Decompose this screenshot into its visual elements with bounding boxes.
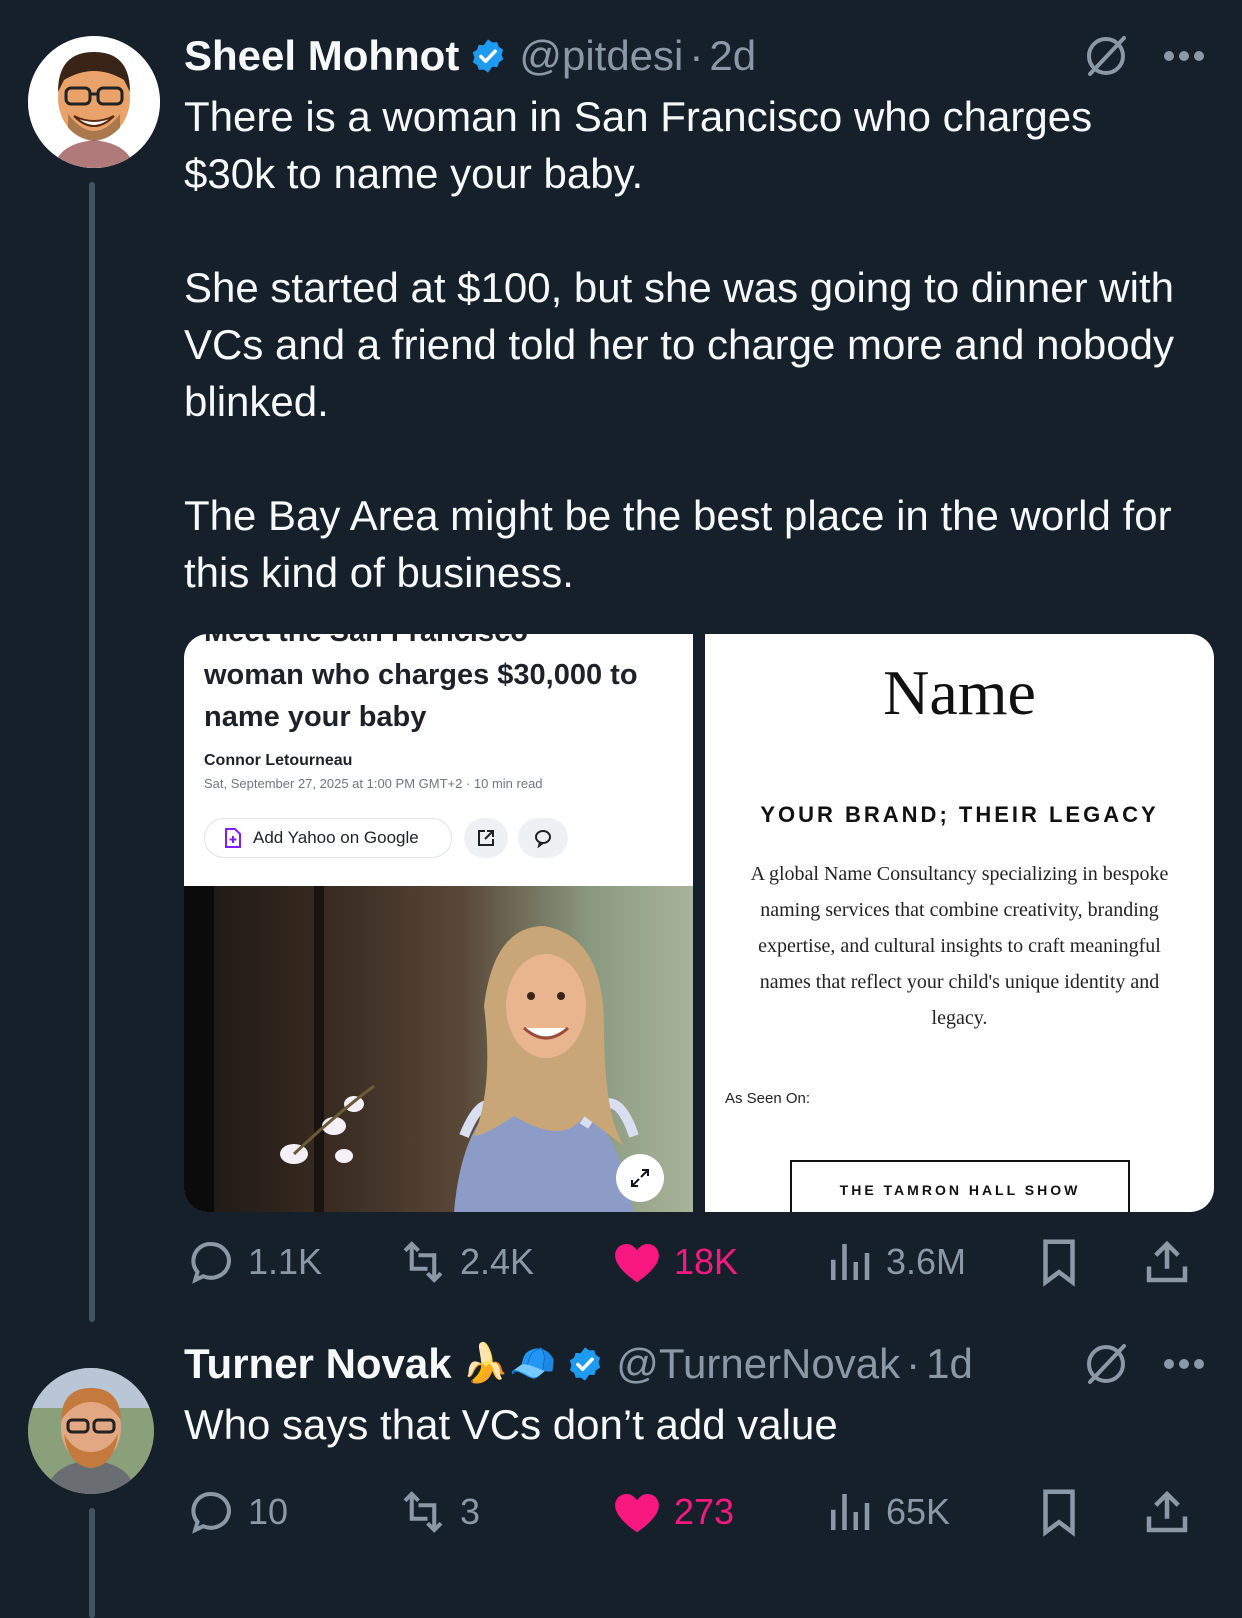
emoji-banana-cap: 🍌🧢 [461, 1343, 557, 1385]
article-headline: woman who charges $30,000 to name your b… [204, 659, 638, 733]
reply-count: 1.1K [248, 1241, 323, 1282]
timestamp[interactable]: 2d [709, 32, 756, 80]
reply-button[interactable]: 10 [184, 1482, 288, 1542]
website-description: A global Name Consultancy specializing i… [750, 863, 1169, 1029]
share-button[interactable] [1140, 1482, 1204, 1542]
tweet-text: Who says that VCs don’t add value [184, 1401, 838, 1448]
website-logo: Name [883, 657, 1036, 728]
like-icon [615, 1244, 659, 1283]
tweet-header: Sheel Mohnot @pitdesi · 2d [184, 28, 1242, 84]
repost-button[interactable]: 2.4K [396, 1232, 534, 1292]
author-handle[interactable]: @TurnerNovak [616, 1340, 900, 1388]
article-byline: Sat, September 27, 2025 at 1:00 PM GMT+2… [204, 776, 543, 791]
like-button[interactable]: 273 [610, 1482, 734, 1542]
reply-icon [191, 1491, 231, 1534]
reply-button[interactable]: 1.1K [184, 1232, 322, 1292]
repost-count: 2.4K [460, 1241, 535, 1282]
author-handle[interactable]: @pitdesi [519, 32, 683, 80]
bookmark-button[interactable] [1032, 1482, 1096, 1542]
google-doc-icon [225, 828, 241, 848]
share-icon [1146, 1240, 1188, 1283]
tweet-sheel[interactable]: Sheel Mohnot @pitdesi · 2d There is a wo… [0, 0, 1242, 1322]
grok-icon[interactable] [1082, 32, 1130, 80]
separator-dot: · [689, 32, 704, 79]
views-button[interactable]: 3.6M [822, 1232, 966, 1292]
like-count: 273 [674, 1491, 735, 1532]
like-count: 18K [674, 1241, 739, 1282]
repost-icon [403, 1491, 443, 1533]
woman-photo-art [280, 926, 639, 1212]
bookmark-button[interactable] [1032, 1232, 1096, 1292]
article-photo [184, 886, 693, 1212]
verified-badge-icon [473, 39, 504, 73]
tweet-turner[interactable]: Turner Novak 🍌🧢 @TurnerNovak · 1d Who sa… [0, 1310, 1242, 1618]
avatar-sheel[interactable] [28, 36, 160, 168]
like-button[interactable]: 18K [610, 1232, 738, 1292]
comment-button[interactable] [518, 818, 568, 858]
tweet-text: There is a woman in San Francisco who ch… [184, 93, 1174, 596]
views-count: 65K [886, 1491, 951, 1532]
share-button[interactable] [1140, 1232, 1204, 1292]
expand-button[interactable] [616, 1154, 664, 1202]
website-tagline: YOUR BRAND; THEIR LEGACY [760, 802, 1159, 827]
tweet-header: Turner Novak 🍌🧢 @TurnerNovak · 1d [184, 1336, 1242, 1392]
repost-button[interactable]: 3 [396, 1482, 480, 1542]
article-author: Connor Letourneau [204, 752, 353, 769]
separator-dot: · [906, 1340, 921, 1387]
repost-count: 3 [460, 1491, 481, 1532]
timestamp[interactable]: 1d [926, 1340, 973, 1388]
comment-icon [535, 830, 551, 848]
tweet-media[interactable]: Meet the San Francisco woman who charges… [184, 634, 1214, 1212]
views-count: 3.6M [886, 1241, 967, 1282]
grok-icon[interactable] [1082, 1340, 1130, 1388]
like-icon [615, 1494, 659, 1533]
expand-icon [631, 1169, 649, 1187]
views-icon [831, 1494, 870, 1530]
more-icon[interactable] [1162, 1357, 1206, 1371]
reply-count: 10 [248, 1491, 289, 1532]
tamron-hall-box: THE TAMRON HALL SHOW [790, 1160, 1130, 1212]
article-cut-headline: Meet the San Francisco [204, 634, 528, 649]
verified-badge-icon [570, 1347, 601, 1381]
avatar-turner[interactable] [28, 1368, 154, 1494]
external-link-icon [478, 830, 494, 846]
reply-icon [191, 1241, 231, 1284]
bookmark-icon [1043, 1239, 1075, 1287]
author-name[interactable]: Turner Novak [184, 1340, 452, 1388]
show-name: THE TAMRON HALL SHOW [839, 1182, 1081, 1198]
bookmark-icon [1043, 1489, 1075, 1537]
thread-line [89, 182, 95, 1322]
add-yahoo-button[interactable]: Add Yahoo on Google [204, 818, 452, 858]
external-link-button[interactable] [464, 818, 508, 858]
author-name[interactable]: Sheel Mohnot [184, 32, 459, 80]
as-seen-on-label: As Seen On: [725, 1090, 811, 1107]
add-yahoo-label: Add Yahoo on Google [253, 828, 419, 847]
media-article-image[interactable]: Meet the San Francisco woman who charges… [184, 634, 693, 1212]
thread-line-2 [89, 1508, 95, 1618]
action-bar: 10 3 273 65K [184, 1482, 1214, 1542]
more-icon[interactable] [1162, 49, 1206, 63]
repost-icon [403, 1241, 443, 1283]
views-icon [831, 1244, 870, 1280]
share-icon [1146, 1490, 1188, 1533]
views-button[interactable]: 65K [822, 1482, 950, 1542]
media-website-image[interactable]: Name YOUR BRAND; THEIR LEGACY A global N… [705, 634, 1214, 1212]
action-bar: 1.1K 2.4K 18K 3.6M [184, 1232, 1214, 1292]
